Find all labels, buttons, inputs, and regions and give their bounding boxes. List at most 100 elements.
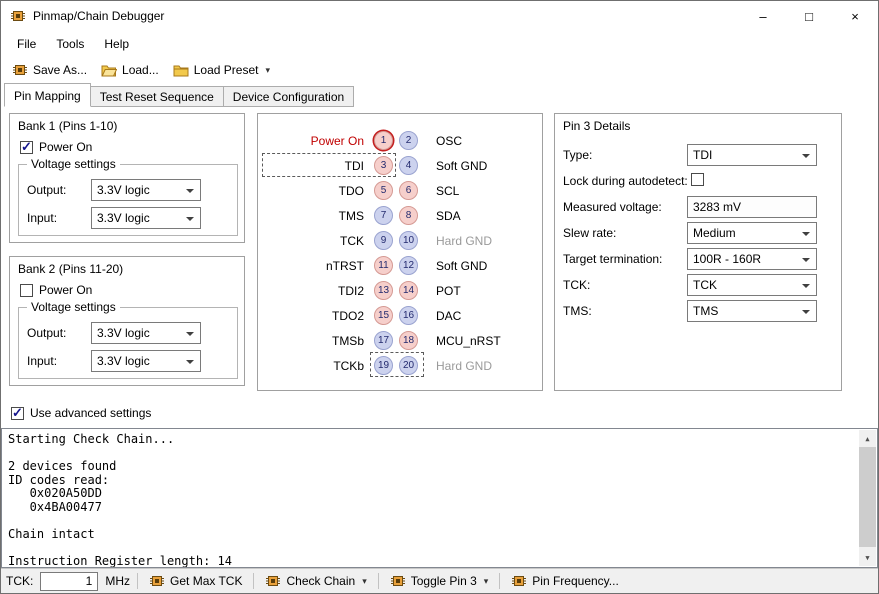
- load-preset-label: Load Preset: [193, 63, 259, 77]
- pin-11[interactable]: 11: [374, 256, 393, 275]
- detail-row-tck: TCK: TCK: [563, 274, 817, 296]
- bank2-input-row: Input: 3.3V logic: [19, 350, 237, 372]
- toggle-pin3-button[interactable]: Toggle Pin 3 ▾: [386, 571, 493, 591]
- pin-19[interactable]: 19: [374, 356, 393, 375]
- chevron-down-icon[interactable]: ▾: [362, 576, 367, 587]
- tms-value: TMS: [693, 304, 719, 318]
- pin-20[interactable]: 20: [399, 356, 418, 375]
- minimize-button[interactable]: –: [740, 1, 786, 31]
- bank2-power-on-checkbox[interactable]: [20, 283, 33, 297]
- load-preset-button[interactable]: Load Preset ▾: [166, 59, 277, 81]
- pin-left-label: TDI: [344, 158, 364, 173]
- advanced-settings-row: Use advanced settings: [11, 405, 152, 421]
- voltage-settings-legend: Voltage settings: [27, 157, 120, 171]
- pin-1[interactable]: 1: [374, 131, 393, 150]
- pin-right-label: SCL: [436, 183, 460, 198]
- bank2-voltage-group: Voltage settings Output: 3.3V logic Inpu…: [18, 300, 238, 379]
- pin-left-label: Power On: [310, 133, 364, 148]
- bank2-input-select[interactable]: 3.3V logic: [91, 350, 201, 372]
- pin-18[interactable]: 18: [399, 331, 418, 350]
- target-termination-select[interactable]: 100R - 160R: [687, 248, 817, 270]
- pin-2[interactable]: 2: [399, 131, 418, 150]
- use-advanced-settings-label: Use advanced settings: [30, 406, 152, 420]
- pin-4[interactable]: 4: [399, 156, 418, 175]
- pin-rows: Power On 1 2 OSC TDI 3 4 Soft GND TDO 5 …: [258, 128, 542, 378]
- pin-7[interactable]: 7: [374, 206, 393, 225]
- pin-16[interactable]: 16: [399, 306, 418, 325]
- lock-during-autodetect-checkbox[interactable]: [691, 173, 704, 186]
- chevron-down-icon: [802, 232, 810, 236]
- bank2-panel: Bank 2 (Pins 11-20) Power On Voltage set…: [9, 256, 245, 386]
- titlebar: Pinmap/Chain Debugger – □ ×: [1, 1, 878, 31]
- pin-8[interactable]: 8: [399, 206, 418, 225]
- pin-right-label: SDA: [436, 208, 461, 223]
- pin-15[interactable]: 15: [374, 306, 393, 325]
- tck-frequency-input[interactable]: [40, 571, 99, 591]
- pin-right-label: OSC: [436, 133, 463, 148]
- pin-5[interactable]: 5: [374, 181, 393, 200]
- console-line: 0x020A50DD: [8, 486, 102, 500]
- pin-row-3: TDO 5 6 SCL: [258, 178, 542, 203]
- scroll-up-icon[interactable]: ▲: [859, 430, 876, 447]
- tck-select[interactable]: TCK: [687, 274, 817, 296]
- get-max-tck-label: Get Max TCK: [170, 574, 243, 588]
- menu-file[interactable]: File: [7, 33, 46, 55]
- bank1-input-select[interactable]: 3.3V logic: [91, 207, 201, 229]
- measured-voltage-label: Measured voltage:: [563, 200, 662, 214]
- toolbar: Save As... Load... Load Preset ▾: [1, 57, 878, 83]
- pin-left-label: TCKb: [333, 358, 364, 373]
- pin-left-label: TMS: [338, 208, 364, 223]
- tms-select[interactable]: TMS: [687, 300, 817, 322]
- save-as-button[interactable]: Save As...: [5, 59, 94, 81]
- tab-pin-mapping[interactable]: Pin Mapping: [4, 83, 91, 107]
- tab-test-reset-sequence[interactable]: Test Reset Sequence: [89, 86, 224, 107]
- tck-frequency-label: TCK:: [6, 574, 34, 588]
- pin-17[interactable]: 17: [374, 331, 393, 350]
- menu-tools[interactable]: Tools: [46, 33, 94, 55]
- bank1-output-select[interactable]: 3.3V logic: [91, 179, 201, 201]
- use-advanced-settings-checkbox[interactable]: [11, 405, 24, 421]
- pin-13[interactable]: 13: [374, 281, 393, 300]
- tab-device-configuration[interactable]: Device Configuration: [222, 86, 355, 107]
- pin-6[interactable]: 6: [399, 181, 418, 200]
- pin-row-8: TDO2 15 16 DAC: [258, 303, 542, 328]
- tabstrip: Pin Mapping Test Reset Sequence Device C…: [1, 83, 878, 107]
- pin-right-label: Soft GND: [436, 158, 488, 173]
- menu-help[interactable]: Help: [94, 33, 139, 55]
- pin-frequency-button[interactable]: Pin Frequency...: [507, 571, 622, 591]
- pin-9[interactable]: 9: [374, 231, 393, 250]
- type-select[interactable]: TDI: [687, 144, 817, 166]
- console-scrollbar[interactable]: ▲ ▼: [859, 430, 876, 566]
- check-chain-button[interactable]: Check Chain ▾: [261, 571, 370, 591]
- pin-left-label: nTRST: [325, 258, 364, 273]
- output-label: Output:: [27, 183, 67, 197]
- close-button[interactable]: ×: [832, 1, 878, 31]
- pin-row-9: TMSb 17 18 MCU_nRST: [258, 328, 542, 353]
- pin-14[interactable]: 14: [399, 281, 418, 300]
- scroll-down-icon[interactable]: ▼: [859, 549, 876, 566]
- window-controls: – □ ×: [740, 1, 878, 31]
- target-termination-value: 100R - 160R: [693, 252, 762, 266]
- load-button[interactable]: Load...: [94, 59, 166, 81]
- pin-diagram-panel: Power On 1 2 OSC TDI 3 4 Soft GND TDO 5 …: [257, 113, 543, 391]
- get-max-tck-button[interactable]: Get Max TCK: [145, 571, 246, 591]
- type-label: Type:: [563, 148, 593, 162]
- bank1-power-on-checkbox[interactable]: [20, 139, 33, 155]
- pin-3[interactable]: 3: [374, 156, 393, 175]
- scrollbar-thumb[interactable]: [859, 447, 876, 547]
- mhz-unit-label: MHz: [105, 574, 131, 588]
- bank2-output-select[interactable]: 3.3V logic: [91, 322, 201, 344]
- save-as-label: Save As...: [33, 63, 88, 77]
- chevron-down-icon[interactable]: ▾: [484, 576, 489, 587]
- slew-rate-select[interactable]: Medium: [687, 222, 817, 244]
- pin-12[interactable]: 12: [399, 256, 418, 275]
- pin-10[interactable]: 10: [399, 231, 418, 250]
- maximize-button[interactable]: □: [786, 1, 832, 31]
- measured-voltage-field[interactable]: 3283 mV: [687, 196, 817, 218]
- console-output[interactable]: Starting Check Chain... 2 devices found …: [1, 428, 878, 568]
- chip-icon: [150, 576, 165, 586]
- statusbar: TCK: MHz Get Max TCK Check Chain ▾: [1, 568, 878, 593]
- pin-left-label: TDO2: [331, 308, 364, 323]
